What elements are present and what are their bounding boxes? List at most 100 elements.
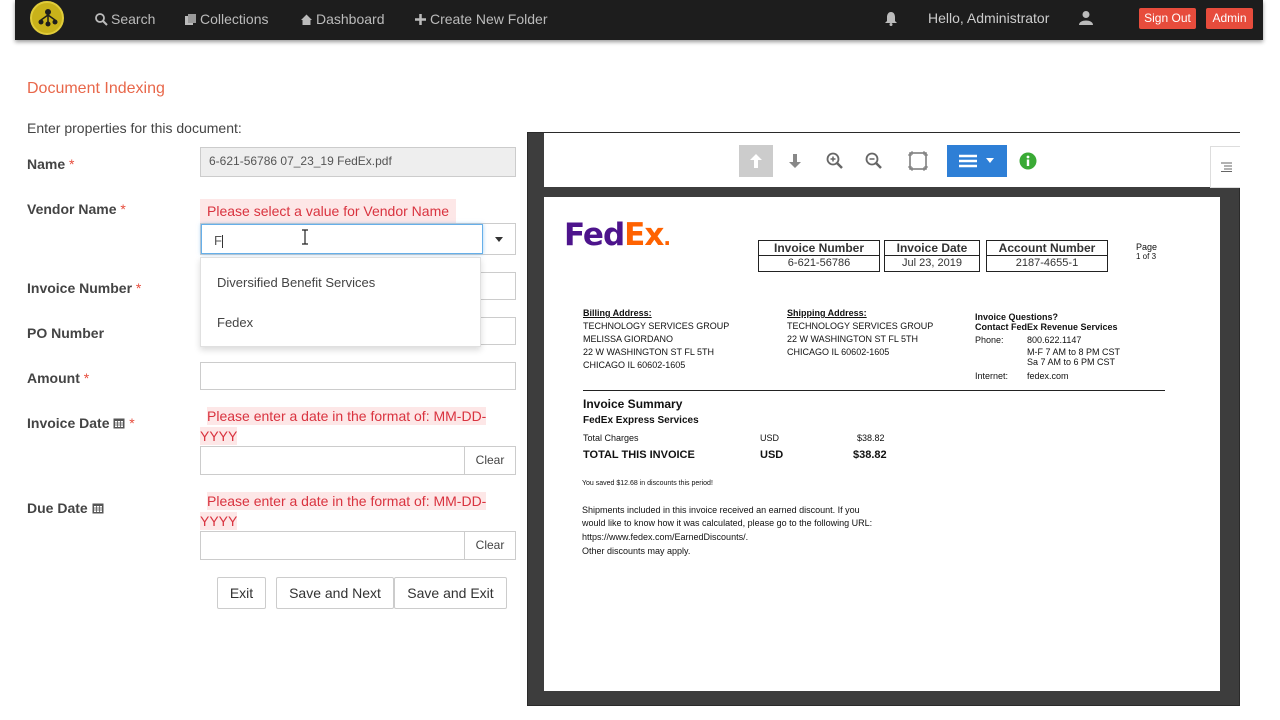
next-page-button[interactable] [778, 145, 812, 177]
side-panel-toggle[interactable] [1210, 146, 1240, 188]
phone-label: Phone: [975, 335, 1004, 345]
invoice-date-label: Invoice Date * [27, 415, 135, 431]
due-date-field[interactable] [200, 531, 465, 560]
account-number-header: Account Number [987, 241, 1107, 256]
phone-value: 800.622.1147 [1027, 335, 1082, 345]
nav-collections[interactable]: Collections [184, 11, 268, 27]
invoice-date-field[interactable] [200, 446, 465, 475]
bell-icon[interactable] [884, 11, 898, 26]
nav-collections-label: Collections [200, 11, 269, 27]
invoice-date-error: Please enter a date in the format of: MM… [200, 406, 490, 446]
nav-create-folder-label: Create New Folder [430, 11, 548, 27]
text-cursor [221, 235, 223, 249]
required-mark: * [120, 201, 126, 217]
vendor-name-input[interactable]: F [201, 224, 483, 254]
shipping-line: 22 W WASHINGTON ST FL 5TH [787, 334, 919, 344]
top-navbar: Search Collections Dashboard Create New … [15, 0, 1263, 40]
save-and-exit-button[interactable]: Save and Exit [394, 577, 507, 609]
zoom-in-button[interactable] [818, 145, 852, 177]
chevron-down-icon[interactable] [495, 237, 503, 242]
list-icon [1221, 162, 1232, 172]
summary-header: Invoice Summary [583, 397, 683, 411]
invoice-number-box: Invoice Number 6-621-56786 [758, 240, 880, 272]
fit-page-button[interactable] [901, 145, 935, 177]
due-date-clear-button[interactable]: Clear [464, 531, 516, 560]
amount-label-text: Amount [27, 370, 80, 386]
shipment-note-url: https://www.fedex.com/EarnedDiscounts/. [582, 532, 749, 542]
nav-search[interactable]: Search [95, 11, 155, 27]
billing-header: Billing Address: [583, 308, 652, 318]
view-menu-button[interactable] [947, 145, 1007, 177]
nav-dashboard-label: Dashboard [316, 11, 385, 27]
plus-icon [415, 13, 426, 25]
sign-out-button[interactable]: Sign Out [1139, 8, 1196, 29]
vendor-option[interactable]: Fedex [217, 315, 253, 330]
hamburger-icon [959, 154, 977, 168]
required-mark: * [83, 370, 90, 386]
total-charges-amount: $38.82 [857, 433, 885, 443]
saved-note: You saved $12.68 in discounts this perio… [582, 480, 713, 487]
total-invoice-label: TOTAL THIS INVOICE [583, 449, 695, 461]
amount-label: Amount * [27, 370, 89, 386]
total-invoice-currency: USD [760, 449, 784, 461]
required-mark: * [135, 280, 142, 296]
prev-page-button[interactable] [739, 145, 773, 177]
billing-line: TECHNOLOGY SERVICES GROUP [583, 321, 730, 331]
search-icon [95, 12, 108, 26]
user-icon[interactable] [1079, 10, 1093, 25]
express-services: FedEx Express Services [583, 415, 699, 426]
viewer-toolbar [544, 133, 1240, 187]
invoice-date-header: Invoice Date [885, 241, 979, 256]
collections-icon [185, 13, 196, 25]
fedex-logo-fed: Fed [564, 217, 625, 253]
vendor-name-label-text: Vendor Name [27, 201, 117, 217]
name-label: Name * [27, 156, 74, 172]
shipping-header: Shipping Address: [787, 308, 867, 318]
admin-button[interactable]: Admin [1206, 8, 1253, 29]
billing-line: 22 W WASHINGTON ST FL 5TH [583, 347, 715, 357]
document-viewer: FedEx. Invoice Number 6-621-56786 Invoic… [527, 132, 1240, 706]
invoice-date-label-text: Invoice Date [27, 415, 110, 431]
chevron-down-icon [986, 158, 994, 163]
total-charges-currency: USD [760, 433, 780, 443]
vendor-name-label: Vendor Name * [27, 201, 126, 217]
info-icon[interactable] [1019, 152, 1037, 170]
save-and-next-button[interactable]: Save and Next [276, 577, 394, 609]
contact-header: Contact FedEx Revenue Services [975, 322, 1118, 332]
due-date-label: Due Date [27, 500, 104, 516]
vendor-name-select[interactable]: F [200, 223, 516, 255]
nav-dashboard[interactable]: Dashboard [300, 11, 385, 27]
required-mark: * [69, 156, 75, 172]
calendar-icon [92, 503, 104, 514]
vendor-option[interactable]: Diversified Benefit Services [217, 275, 375, 290]
due-date-error: Please enter a date in the format of: MM… [200, 491, 490, 531]
name-field[interactable]: 6-621-56786 07_23_19 FedEx.pdf [200, 147, 516, 177]
exit-button[interactable]: Exit [217, 577, 266, 609]
zoom-out-button[interactable] [857, 145, 891, 177]
total-invoice-amount: $38.82 [853, 449, 887, 461]
fedex-logo-dot: . [663, 226, 671, 250]
account-number-value: 2187-4655-1 [1015, 257, 1079, 269]
due-date-label-text: Due Date [27, 500, 88, 516]
nav-create-folder[interactable]: Create New Folder [414, 11, 548, 27]
form-subtitle: Enter properties for this document: [27, 120, 242, 136]
invoice-number-value: 6-621-56786 [787, 257, 851, 269]
fit-page-icon [908, 151, 928, 171]
invoice-date-clear-button[interactable]: Clear [464, 446, 516, 475]
shipment-note: would like to know how it was calculated… [582, 518, 873, 528]
arrow-up-icon [750, 154, 762, 168]
amount-field[interactable] [200, 362, 516, 390]
billing-line: MELISSA GIORDANO [583, 334, 674, 344]
billing-line: CHICAGO IL 60602-1605 [583, 360, 686, 370]
shipping-line: TECHNOLOGY SERVICES GROUP [787, 321, 934, 331]
fedex-logo: FedEx. [564, 217, 671, 253]
invoice-date-error-text: Please enter a date in the format of: MM… [200, 407, 487, 445]
divider [583, 390, 1165, 391]
shipping-line: CHICAGO IL 60602-1605 [787, 347, 890, 357]
app-logo-icon[interactable] [30, 1, 64, 35]
user-greeting: Hello, Administrator [928, 10, 1050, 26]
nav-search-label: Search [111, 11, 156, 27]
vendor-dropdown-list: Diversified Benefit Services Fedex [200, 257, 481, 347]
ibeam-cursor-icon [302, 229, 308, 245]
page-title: Document Indexing [27, 80, 165, 97]
